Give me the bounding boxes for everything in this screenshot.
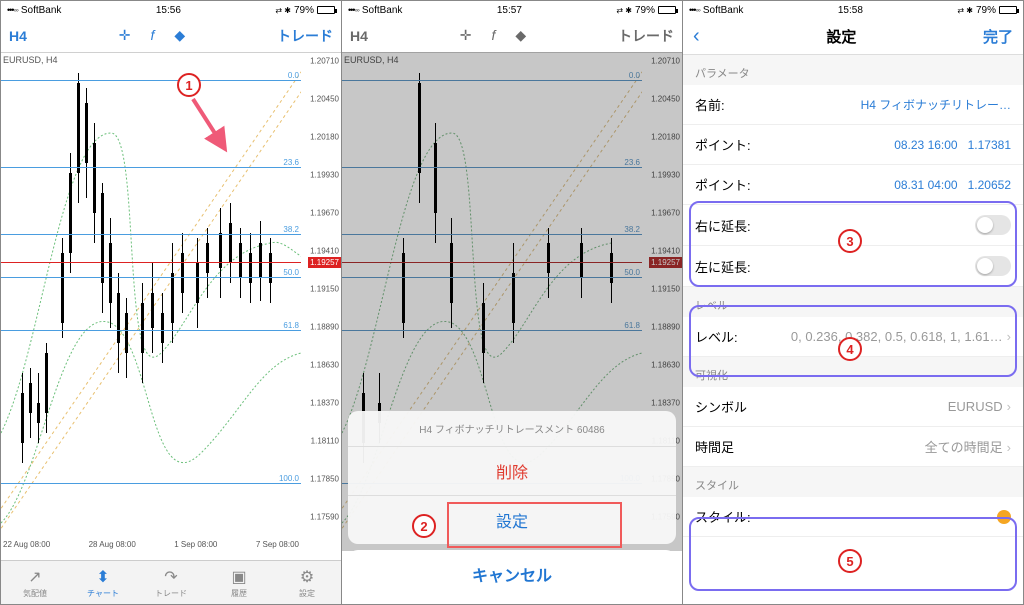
nav-bar: ‹ 設定 完了 <box>683 19 1023 55</box>
actionsheet-title: H4 フィボナッチリトレースメント 60486 <box>348 411 676 447</box>
function-icon[interactable]: f <box>150 27 154 44</box>
annotation-2: 2 <box>412 514 436 538</box>
tab-icon: ⬍ <box>96 567 109 587</box>
section-visibility: 可視化 <box>683 357 1023 387</box>
section-params: パラメータ <box>683 55 1023 85</box>
extend-left-toggle[interactable] <box>975 256 1011 276</box>
point2-row[interactable]: ポイント: 08.31 04:001.20652 <box>683 165 1023 205</box>
color-swatch-icon <box>997 510 1011 524</box>
chevron-right-icon: › <box>1007 329 1011 344</box>
chart-topbar: H4 ✛ f ◆ トレード <box>1 19 341 53</box>
settings-button[interactable]: 設定 <box>348 496 676 544</box>
pair-label: EURUSD, H4 <box>3 55 58 65</box>
tab-1[interactable]: ⬍チャート <box>69 561 137 604</box>
chart-canvas[interactable]: EURUSD, H4 <box>1 53 341 551</box>
annotation-1: 1 <box>177 73 201 97</box>
annotation-3: 3 <box>838 229 862 253</box>
arrow-icon <box>191 97 231 157</box>
y-axis: 1.207101.204501.201801.199301.196701.194… <box>301 53 341 551</box>
cancel-button[interactable]: キャンセル <box>348 550 676 598</box>
tab-4[interactable]: ⚙設定 <box>273 561 341 604</box>
status-bar: SoftBank 15:58 ⇄ ✱79% <box>683 1 1023 19</box>
panel-chart-1: SoftBank 15:56 ⇄ ✱79% H4 ✛ f ◆ トレード EURU… <box>1 1 342 604</box>
done-button[interactable]: 完了 <box>983 26 1013 47</box>
tab-icon: ↷ <box>164 567 177 587</box>
style-row[interactable]: スタイル: <box>683 497 1023 537</box>
timeframe-row[interactable]: 時間足 全ての時間足› <box>683 427 1023 467</box>
tab-3[interactable]: ▣履歴 <box>205 561 273 604</box>
x-axis: 22 Aug 08:0028 Aug 08:001 Sep 08:007 Sep… <box>1 540 301 549</box>
tab-icon: ⚙ <box>300 567 314 587</box>
chart-topbar: H4 ✛f◆ トレード <box>342 19 682 53</box>
tab-2[interactable]: ↷トレード <box>137 561 205 604</box>
back-button[interactable]: ‹ <box>693 25 700 48</box>
price-line <box>1 262 301 263</box>
trade-button[interactable]: トレード <box>277 26 333 46</box>
annotation-4: 4 <box>838 337 862 361</box>
tab-label: 気配値 <box>23 588 47 599</box>
extend-right-toggle[interactable] <box>975 215 1011 235</box>
point1-row[interactable]: ポイント: 08.23 16:001.17381 <box>683 125 1023 165</box>
status-bar: SoftBank 15:56 ⇄ ✱79% <box>1 1 341 19</box>
tab-label: 履歴 <box>231 588 247 599</box>
tab-icon: ↗ <box>28 567 41 587</box>
tab-label: チャート <box>87 588 119 599</box>
chevron-right-icon: › <box>1007 399 1011 414</box>
section-levels: レベル <box>683 287 1023 317</box>
delete-button[interactable]: 削除 <box>348 447 676 496</box>
nav-title: 設定 <box>826 26 856 47</box>
name-row[interactable]: 名前: H4 フィボナッチリトレー… <box>683 85 1023 125</box>
annotation-5: 5 <box>838 549 862 573</box>
status-bar: SoftBank 15:57 ⇄ ✱79% <box>342 1 682 19</box>
tab-label: トレード <box>155 588 187 599</box>
crosshair-icon[interactable]: ✛ <box>119 27 131 44</box>
tab-0[interactable]: ↗気配値 <box>1 561 69 604</box>
panel-chart-2: SoftBank 15:57 ⇄ ✱79% H4 ✛f◆ トレード EURUSD… <box>342 1 683 604</box>
chevron-right-icon: › <box>1007 440 1011 455</box>
action-sheet: H4 フィボナッチリトレースメント 60486 削除 設定 キャンセル <box>348 411 676 598</box>
tab-bar: ↗気配値⬍チャート↷トレード▣履歴⚙設定 <box>1 560 341 604</box>
symbol-row[interactable]: シンボル EURUSD› <box>683 387 1023 427</box>
tab-icon: ▣ <box>231 567 246 587</box>
tab-label: 設定 <box>299 588 315 599</box>
object-icon[interactable]: ◆ <box>174 27 185 44</box>
section-style: スタイル <box>683 467 1023 497</box>
panel-settings: SoftBank 15:58 ⇄ ✱79% ‹ 設定 完了 パラメータ 名前: … <box>683 1 1023 604</box>
timeframe-button[interactable]: H4 <box>9 28 27 44</box>
